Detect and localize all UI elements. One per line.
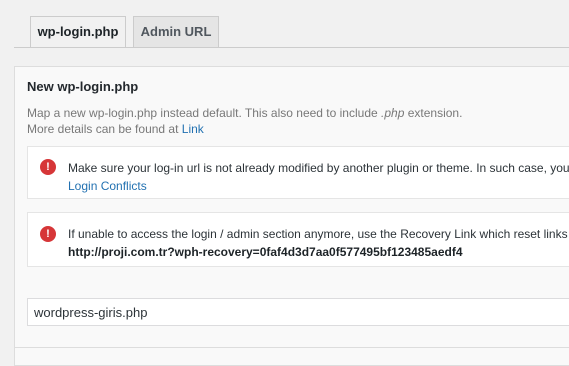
login-slug-input[interactable] [27,298,569,326]
desc-text: Map a new wp-login.php instead default. … [27,106,382,120]
desc-text-end: extension. [404,106,463,120]
notice-message: Make sure your log-in url is not already… [68,161,569,175]
details-link[interactable]: Link [182,122,204,136]
notice-message: If unable to access the login / admin se… [68,227,569,241]
error-icon: ! [40,226,56,242]
panel-divider [15,347,569,348]
desc-extension: .php [381,106,405,120]
tab-divider [14,47,569,48]
tab-wp-login[interactable]: wp-login.php [30,16,126,48]
tab-admin-url[interactable]: Admin URL [133,16,219,47]
desc-more-text: More details can be found at [27,122,182,136]
error-icon: ! [40,159,56,175]
tab-bar: wp-login.php Admin URL [0,0,569,48]
notice-text: Make sure your log-in url is not already… [68,159,569,195]
settings-panel: New wp-login.php Map a new wp-login.php … [14,66,569,366]
notice-text: If unable to access the login / admin se… [68,225,569,261]
section-description: Map a new wp-login.php instead default. … [27,105,462,137]
login-conflicts-link[interactable]: Login Conflicts [68,179,147,193]
notice-recovery: ! If unable to access the login / admin … [27,212,569,267]
recovery-url: http://proji.com.tr?wph-recovery=0faf4d3… [68,245,463,259]
section-title: New wp-login.php [27,79,139,94]
notice-conflict: ! Make sure your log-in url is not alrea… [27,146,569,199]
